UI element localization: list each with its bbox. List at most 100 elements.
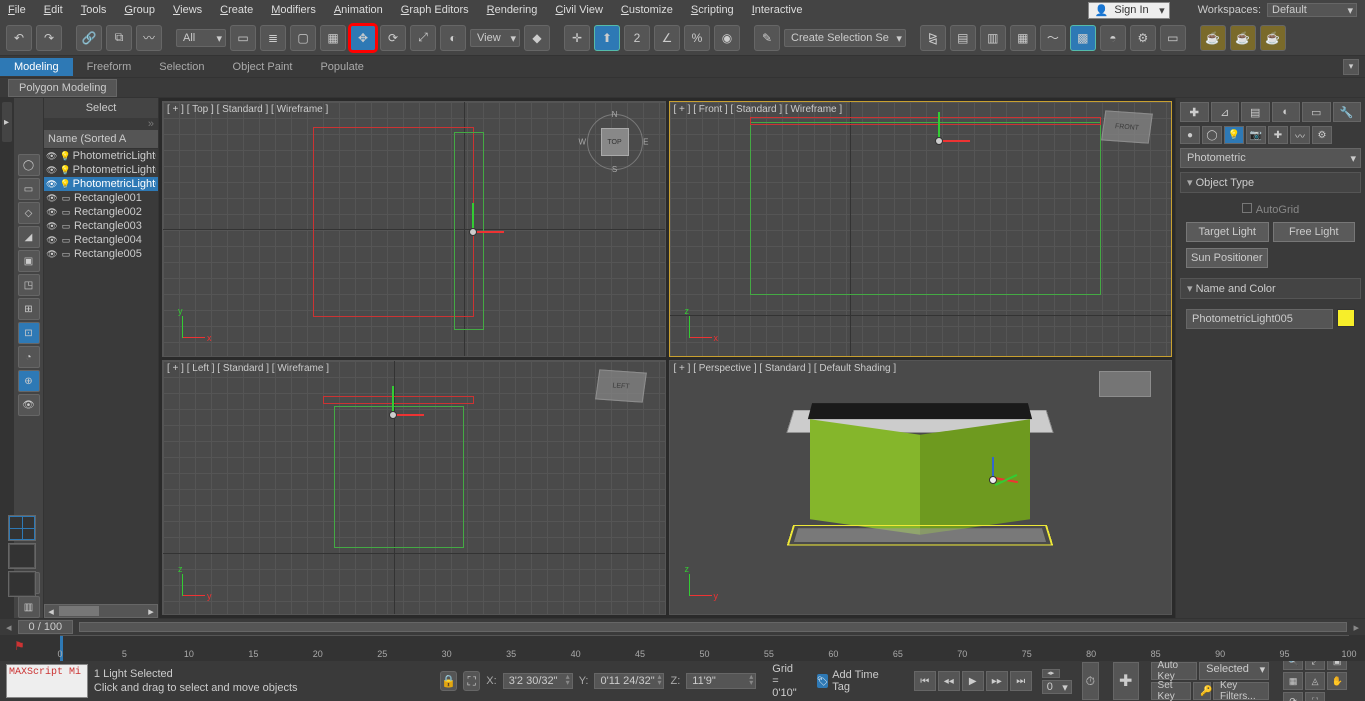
menu-create[interactable]: Create <box>220 4 253 16</box>
target-light-button[interactable]: Target Light <box>1186 222 1269 242</box>
current-frame-input[interactable]: 0 <box>1042 680 1072 694</box>
timeline-ruler[interactable]: 0510152025303540455055606570758085909510… <box>60 635 1349 661</box>
list-item[interactable]: 👁▭Rectangle005 <box>44 247 158 261</box>
angle-snap-button[interactable]: ∠ <box>654 25 680 51</box>
menu-civilview[interactable]: Civil View <box>555 4 602 16</box>
auto-key-button[interactable]: Auto Key <box>1151 662 1198 680</box>
scene-list-header[interactable]: Name (Sorted A <box>44 130 158 149</box>
add-time-tag-button[interactable]: Add Time Tag <box>832 669 888 693</box>
keyboard-shortcut-toggle[interactable]: ⬆ <box>594 25 620 51</box>
snaps-2d-button[interactable]: 2 <box>624 25 650 51</box>
scroll-right-icon[interactable]: ▸ <box>145 605 157 618</box>
display-groups-button[interactable]: ⊡ <box>18 322 40 344</box>
utilities-tab[interactable]: 🔧 <box>1333 102 1362 122</box>
list-item[interactable]: 👁▭Rectangle003 <box>44 219 158 233</box>
zoom-extents-all-button[interactable]: ▦ <box>1283 672 1303 690</box>
layout-custom-button[interactable] <box>8 571 36 597</box>
viewport-perspective[interactable]: [ + ] [ Perspective ] [ Standard ] [ Def… <box>669 360 1173 616</box>
viewcube[interactable]: FRONT <box>1101 110 1153 143</box>
ribbon-tab-objectpaint[interactable]: Object Paint <box>219 58 307 76</box>
visibility-icon[interactable]: 👁 <box>46 179 57 190</box>
link-button[interactable]: 🔗 <box>76 25 102 51</box>
ribbon-tab-modeling[interactable]: Modeling <box>0 58 73 76</box>
align-button[interactable]: ▤ <box>950 25 976 51</box>
setting2-button[interactable]: ▥ <box>18 596 40 618</box>
list-item[interactable]: 👁▭Rectangle001 <box>44 191 158 205</box>
orbit-button[interactable]: ⟳ <box>1283 692 1303 701</box>
material-editor-button[interactable]: ◓ <box>1100 25 1126 51</box>
modify-tab[interactable]: ⊿ <box>1211 102 1240 122</box>
menu-modifiers[interactable]: Modifiers <box>271 4 316 16</box>
unlink-button[interactable]: ⧉ <box>106 25 132 51</box>
lights-cat-button[interactable]: 💡 <box>1224 126 1244 144</box>
goto-end-button[interactable]: ⏭ <box>1010 671 1032 691</box>
free-light-button[interactable]: Free Light <box>1273 222 1356 242</box>
ribbon-tab-freeform[interactable]: Freeform <box>73 58 146 76</box>
sun-positioner-button[interactable]: Sun Positioner <box>1186 248 1268 268</box>
workspaces-combo[interactable]: Default <box>1267 3 1357 17</box>
menu-edit[interactable]: Edit <box>44 4 63 16</box>
pivot-center-button[interactable]: ◆ <box>524 25 550 51</box>
toggle-ribbon-button[interactable]: ▦ <box>1010 25 1036 51</box>
expand-handle-icon[interactable]: ▸ <box>2 102 12 142</box>
next-frame-button[interactable]: ▸▸ <box>986 671 1008 691</box>
move-gizmo[interactable] <box>970 457 1020 507</box>
time-tag-icon[interactable]: 🏷 <box>817 674 829 688</box>
play-button[interactable]: ▶ <box>962 671 984 691</box>
coord-y-input[interactable]: 0'11 24/32"▴▾ <box>594 673 664 689</box>
selection-filter-combo[interactable]: All <box>176 29 226 47</box>
visibility-icon[interactable]: 👁 <box>46 221 58 232</box>
viewcube[interactable]: LEFT <box>595 369 647 402</box>
key-filters-button[interactable]: Key Filters... <box>1213 682 1269 700</box>
max-toggle-button[interactable]: ⛶ <box>1305 692 1325 701</box>
object-color-swatch[interactable] <box>1337 309 1355 327</box>
visibility-icon[interactable]: 👁 <box>46 207 58 218</box>
percent-snap-button[interactable]: % <box>684 25 710 51</box>
reference-coord-combo[interactable]: View <box>470 29 520 47</box>
menu-views[interactable]: Views <box>173 4 202 16</box>
window-crossing-button[interactable]: ▦ <box>320 25 346 51</box>
shapes-cat-button[interactable]: ◯ <box>1202 126 1222 144</box>
viewport-front-label[interactable]: [ + ] [ Front ] [ Standard ] [ Wireframe… <box>674 104 843 115</box>
menu-tools[interactable]: Tools <box>81 4 107 16</box>
spacewarps-cat-button[interactable]: 〰 <box>1290 126 1310 144</box>
ribbon-minimize-icon[interactable]: ▾ <box>1343 59 1359 75</box>
undo-button[interactable]: ↶ <box>6 25 32 51</box>
viewport-persp-label[interactable]: [ + ] [ Perspective ] [ Standard ] [ Def… <box>674 363 897 374</box>
display-bone-button[interactable]: ⊕ <box>18 370 40 392</box>
viewport-left-label[interactable]: [ + ] [ Left ] [ Standard ] [ Wireframe … <box>167 363 329 374</box>
viewcube[interactable]: TOP NSEW <box>585 112 645 172</box>
named-selection-combo[interactable]: Create Selection Se <box>784 29 906 47</box>
render-iterate-button[interactable]: ☕ <box>1230 25 1256 51</box>
menu-interactive[interactable]: Interactive <box>752 4 803 16</box>
redo-button[interactable]: ↷ <box>36 25 62 51</box>
select-and-move-button[interactable]: ✥ <box>350 25 376 51</box>
display-all-button[interactable]: ◯ <box>18 154 40 176</box>
layout-four-button[interactable] <box>8 515 36 541</box>
layer-explorer-button[interactable]: ▥ <box>980 25 1006 51</box>
select-by-name-button[interactable]: ≣ <box>260 25 286 51</box>
display-helpers-button[interactable]: ◳ <box>18 274 40 296</box>
viewcube[interactable] <box>1099 371 1151 397</box>
display-tab[interactable]: ▭ <box>1302 102 1331 122</box>
viewport-front[interactable]: [ + ] [ Front ] [ Standard ] [ Wireframe… <box>669 101 1173 357</box>
fov-button[interactable]: ◬ <box>1305 672 1325 690</box>
curve-editor-button[interactable]: 〜 <box>1040 25 1066 51</box>
motion-tab[interactable]: ◐ <box>1272 102 1301 122</box>
visibility-icon[interactable]: 👁 <box>46 165 57 176</box>
display-cameras-button[interactable]: ▣ <box>18 250 40 272</box>
key-filter-set-combo[interactable]: Selected <box>1199 662 1269 680</box>
move-gizmo[interactable] <box>910 112 970 172</box>
menu-customize[interactable]: Customize <box>621 4 673 16</box>
mirror-button[interactable]: ⧎ <box>920 25 946 51</box>
display-geometry-button[interactable]: ▭ <box>18 178 40 200</box>
list-item[interactable]: 👁💡PhotometricLight003 <box>44 177 158 191</box>
geometry-cat-button[interactable]: ● <box>1180 126 1200 144</box>
hierarchy-tab[interactable]: ▤ <box>1241 102 1270 122</box>
time-slider-track[interactable] <box>79 622 1347 632</box>
sign-in-button[interactable]: 👤 Sign In <box>1088 2 1170 19</box>
pan-button[interactable]: ✋ <box>1327 672 1347 690</box>
systems-cat-button[interactable]: ⚙ <box>1312 126 1332 144</box>
isolate-selection-toggle[interactable]: ⛶ <box>463 671 480 691</box>
open-autodesk-button[interactable]: ☕ <box>1260 25 1286 51</box>
